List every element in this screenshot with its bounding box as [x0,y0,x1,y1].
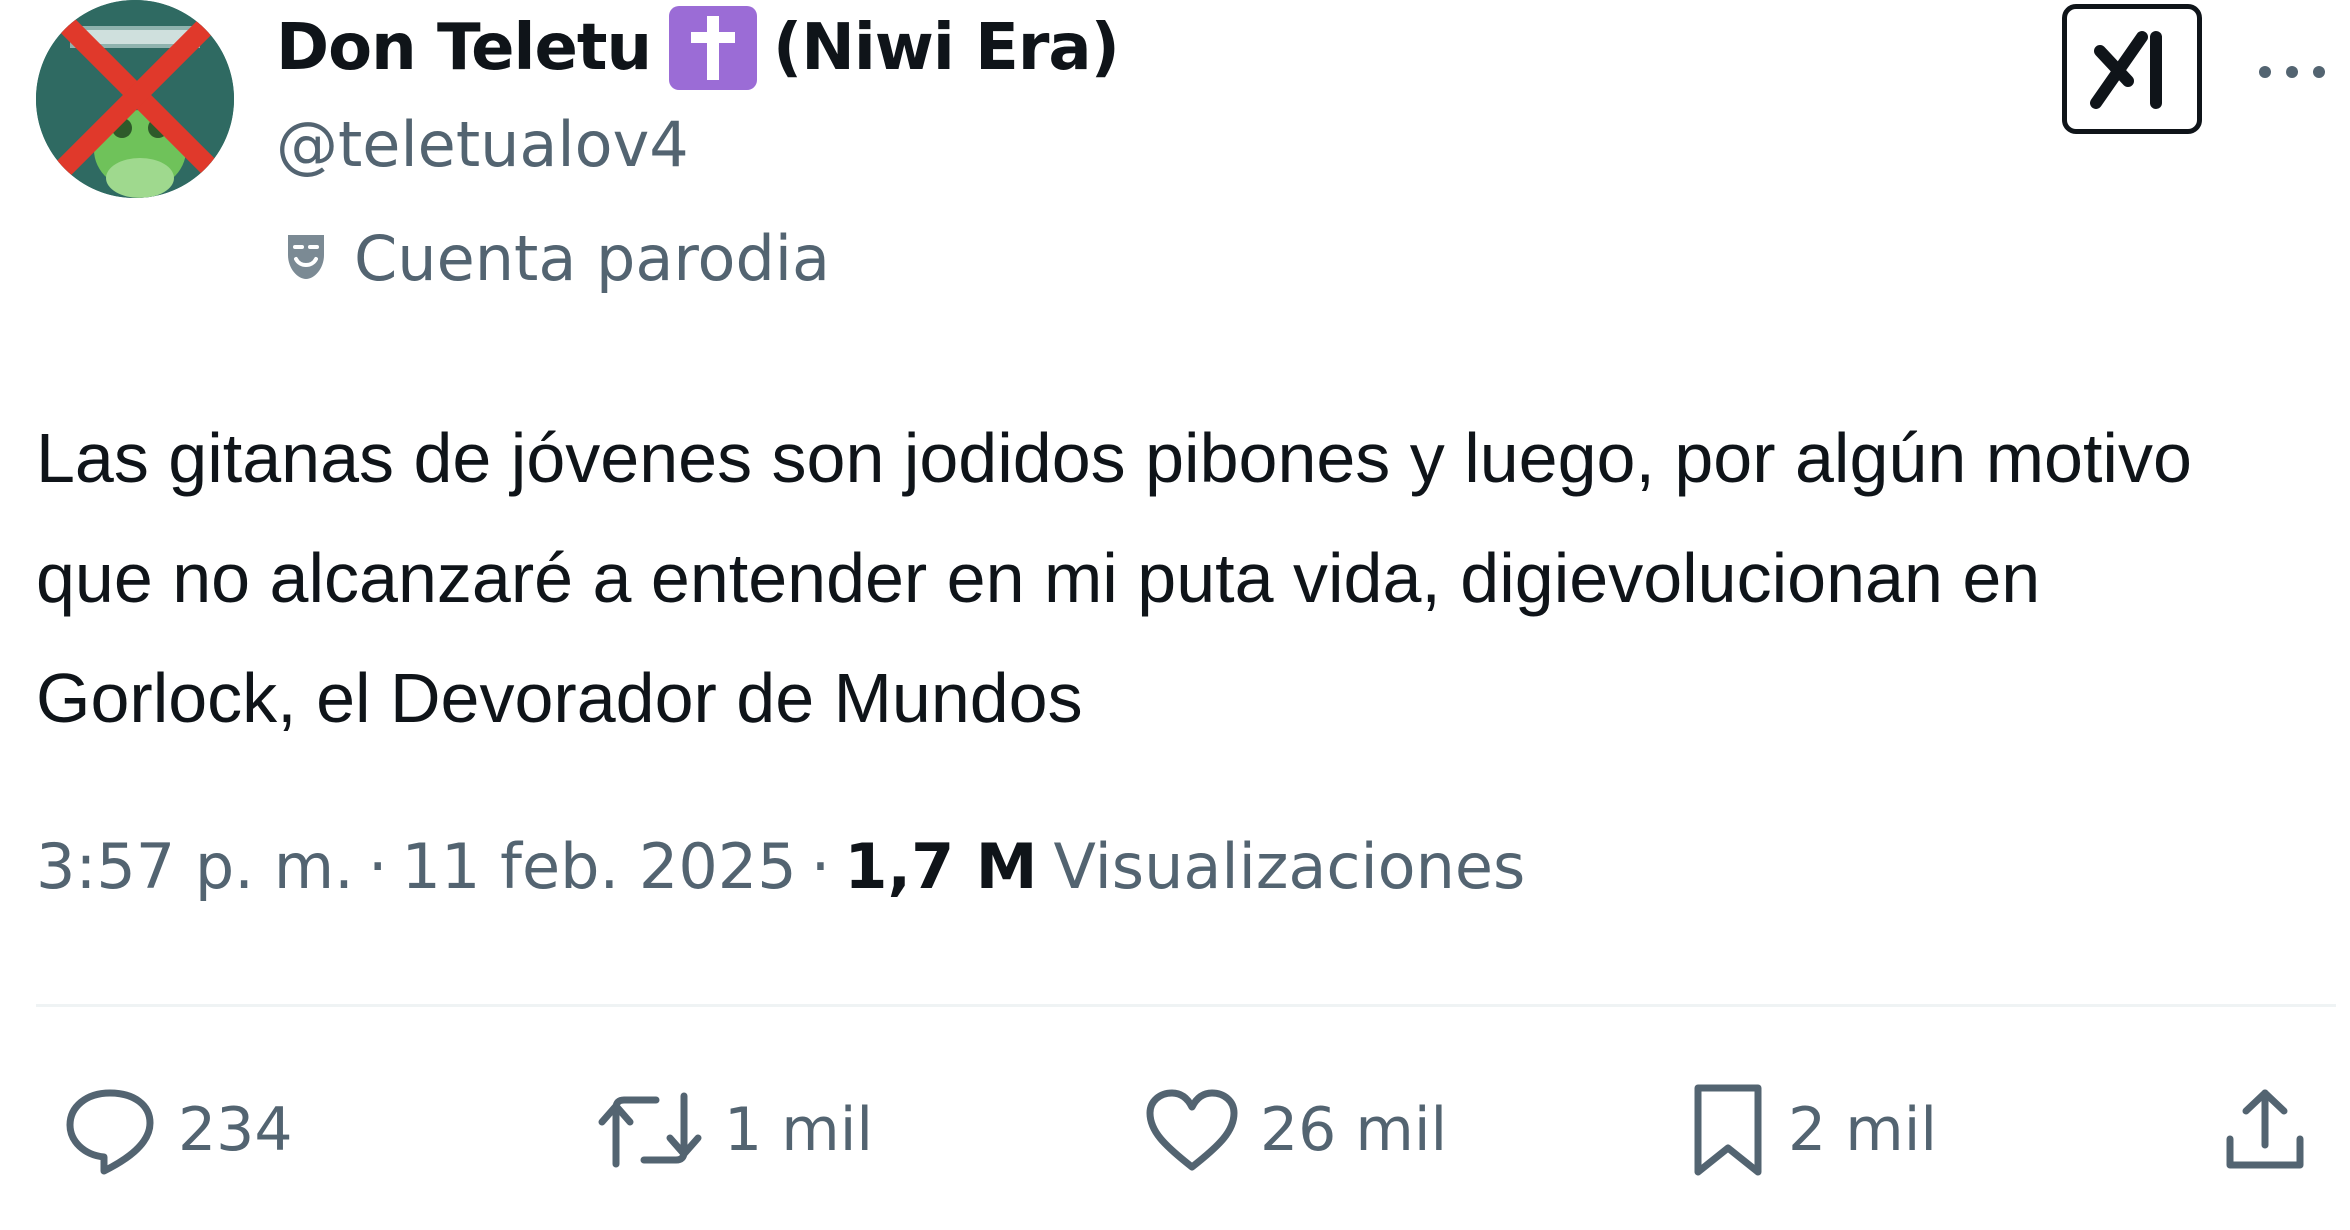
theater-mask-icon [284,231,328,287]
tweet-time[interactable]: 3:57 p. m. [36,830,354,903]
latin-cross-emoji-icon [669,6,757,90]
user-handle[interactable]: @teletualov4 [276,108,689,181]
display-name-row[interactable]: Don Teletu (Niwi Era) [276,6,1120,90]
heart-icon [1146,1089,1238,1171]
like-button[interactable]: 26 mil [1144,1080,1447,1180]
more-options-button[interactable] [2252,42,2332,102]
repost-button[interactable]: 1 mil [596,1080,873,1180]
action-bar: 234 1 mil 26 mil 2 mil [0,1080,2350,1180]
repost-icon [598,1092,702,1168]
meta-separator: · [367,830,388,903]
avatar-image [36,0,234,198]
parody-account-label: Cuenta parodia [284,222,830,295]
display-name[interactable]: Don Teletu [276,11,652,85]
reply-button[interactable]: 234 [62,1080,293,1180]
reply-icon [66,1089,154,1175]
views-count: 1,7 M [844,830,1038,903]
bookmark-button[interactable]: 2 mil [1688,1080,1937,1180]
grok-button[interactable] [2062,4,2202,134]
parody-label-text: Cuenta parodia [354,222,831,295]
meta-separator: · [810,830,831,903]
divider [36,1004,2336,1007]
display-name-suffix[interactable]: (Niwi Era) [773,11,1120,85]
bookmark-icon [1694,1084,1762,1176]
grok-logo-icon [2090,31,2162,109]
like-count: 26 mil [1260,1095,1448,1165]
share-button[interactable] [2220,1080,2310,1180]
tweet-meta: 3:57 p. m. · 11 feb. 2025 · 1,7 M Visual… [36,830,1525,903]
tweet-date[interactable]: 11 feb. 2025 [402,830,797,903]
bookmark-count: 2 mil [1788,1095,1938,1165]
repost-count: 1 mil [724,1095,874,1165]
reply-count: 234 [178,1095,293,1165]
more-dots-icon [2259,66,2325,78]
share-icon [2226,1089,2304,1169]
avatar[interactable] [36,0,234,198]
tweet-card: Don Teletu (Niwi Era) @teletualov4 Cuent… [0,0,2350,1230]
tweet-text: Las gitanas de jóvenes son jodidos pibon… [36,419,2192,737]
views-label: Visualizaciones [1053,830,1526,903]
